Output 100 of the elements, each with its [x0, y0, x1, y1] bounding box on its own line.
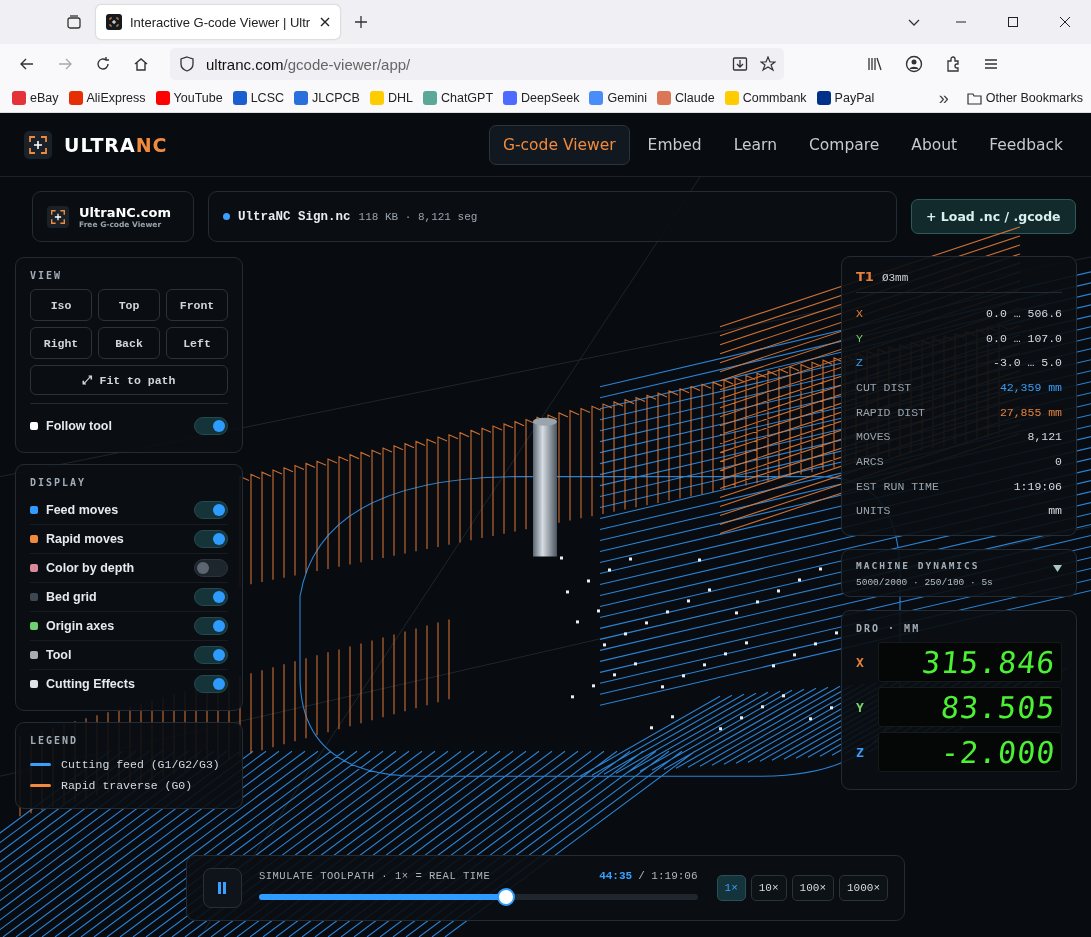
stat-label: UNITS	[856, 504, 891, 518]
url-text: ultranc.com/gcode-viewer/app/	[206, 55, 411, 73]
toggle-label: Tool	[46, 648, 72, 662]
view-button[interactable]: Top	[98, 289, 160, 321]
shield-icon	[180, 56, 194, 72]
bookmarks-overflow-button[interactable]: »	[938, 87, 949, 109]
nav-tab[interactable]: About	[897, 124, 972, 165]
stat-label: RAPID DIST	[856, 405, 925, 419]
legend-label: Cutting feed (G1/G2/G3)	[61, 758, 220, 771]
browser-tab[interactable]: Interactive G-code Viewer | Ultr	[96, 5, 340, 39]
nav-tab[interactable]: G-code Viewer	[489, 124, 630, 165]
stat-label: CUT DIST	[856, 380, 912, 394]
view-button[interactable]: Iso	[30, 289, 92, 321]
stat-label: MOVES	[856, 430, 891, 444]
speed-button[interactable]: 10×	[750, 875, 787, 901]
account-icon[interactable]	[905, 55, 923, 73]
toggle-switch[interactable]	[194, 588, 228, 606]
panel-heading: VIEW	[30, 270, 64, 281]
toggle-label: Bed grid	[46, 590, 97, 604]
slider-thumb[interactable]	[497, 888, 516, 906]
view-button[interactable]: Left	[166, 327, 228, 359]
fit-to-path-button[interactable]: ⤢ Fit to path	[30, 365, 228, 395]
download-icon[interactable]	[732, 56, 748, 72]
stat-value: mm	[1048, 504, 1062, 518]
back-icon[interactable]	[19, 56, 35, 72]
toggle-switch[interactable]	[194, 501, 228, 519]
view-button[interactable]: Right	[30, 327, 92, 359]
panel-heading: DISPLAY	[30, 477, 88, 488]
dynamics-summary: 5000/2000 · 250/100 · 5s	[856, 577, 994, 589]
panel-heading: LEGEND	[30, 735, 80, 746]
play-pause-button[interactable]	[203, 868, 242, 908]
toggle-switch[interactable]	[194, 675, 228, 693]
home-icon[interactable]	[133, 56, 149, 72]
extensions-icon[interactable]	[945, 56, 961, 72]
reload-icon[interactable]	[95, 56, 111, 72]
stat-value: 0.0 … 506.6	[986, 306, 1062, 320]
star-icon[interactable]	[760, 56, 776, 72]
bookmark-link[interactable]: LCSC	[232, 91, 284, 105]
axis-label: Z	[856, 744, 865, 760]
new-tab-icon[interactable]	[354, 15, 368, 29]
bookmark-link[interactable]: YouTube	[155, 91, 223, 105]
bookmark-link[interactable]: eBay	[12, 91, 59, 105]
view-button[interactable]: Back	[98, 327, 160, 359]
tab-list-icon[interactable]	[66, 14, 82, 30]
address-bar[interactable]: ultranc.com/gcode-viewer/app/	[170, 48, 784, 80]
dro-value: -2.000	[938, 734, 1057, 770]
toggle-label: Cutting Effects	[46, 677, 135, 691]
folder-icon	[966, 91, 982, 105]
legend-label: Rapid traverse (G0)	[61, 779, 193, 792]
stat-value: 1:19:06	[1013, 479, 1062, 493]
axis-label: X	[856, 654, 865, 670]
toggle-switch[interactable]	[194, 646, 228, 664]
toggle-label: Follow tool	[46, 419, 112, 433]
stat-value: 0.0 … 107.0	[986, 331, 1062, 345]
bookmark-link[interactable]: JLCPCB	[294, 91, 360, 105]
bookmark-link[interactable]: Claude	[657, 91, 715, 105]
file-name: UltraNC Sign.nc	[238, 209, 351, 224]
speed-button[interactable]: 100×	[791, 875, 834, 901]
axis-label: Y	[856, 699, 865, 715]
close-icon[interactable]	[1059, 16, 1071, 28]
stat-label: ARCS	[856, 454, 884, 468]
logo-icon	[24, 130, 52, 159]
close-icon[interactable]	[320, 17, 330, 27]
nav-tab[interactable]: Learn	[719, 124, 792, 165]
bookmark-link[interactable]: ChatGPT	[422, 91, 494, 105]
menu-icon[interactable]	[983, 56, 999, 72]
stat-label: X	[856, 306, 863, 320]
toggle-switch[interactable]	[194, 617, 228, 635]
toggle-label: Rapid moves	[46, 532, 124, 546]
bookmark-link[interactable]: Commbank	[724, 91, 807, 105]
logo-icon	[47, 205, 69, 228]
toggle-switch[interactable]	[194, 417, 228, 435]
bookmark-link[interactable]: AliExpress	[68, 91, 146, 105]
toggle-label: Feed moves	[46, 503, 119, 517]
stat-label: Y	[856, 331, 863, 345]
maximize-icon[interactable]	[1007, 16, 1019, 28]
file-meta: 118 KB · 8,121 seg	[358, 210, 478, 223]
speed-button[interactable]: 1×	[716, 875, 746, 901]
logo-text: ULTRANC	[64, 133, 168, 156]
favicon-icon	[106, 14, 122, 30]
dro-value: 315.846	[919, 644, 1057, 680]
toggle-switch[interactable]	[194, 530, 228, 548]
stat-value: 27,855 mm	[999, 405, 1062, 419]
other-bookmarks-link[interactable]: Other Bookmarks	[966, 91, 1083, 105]
bookmark-link[interactable]: Gemini	[589, 91, 648, 105]
bookmark-link[interactable]: DHL	[369, 91, 413, 105]
nav-tab[interactable]: Compare	[795, 124, 894, 165]
speed-button[interactable]: 1000×	[839, 875, 888, 901]
view-button[interactable]: Front	[166, 289, 228, 321]
bookmark-link[interactable]: PayPal	[816, 91, 875, 105]
nav-tab[interactable]: Feedback	[975, 124, 1077, 165]
load-file-button[interactable]: + Load .nc / .gcode	[911, 199, 1076, 234]
simulate-label: SIMULATE TOOLPATH · 1× = REAL TIME	[258, 870, 491, 882]
nav-tab[interactable]: Embed	[633, 124, 716, 165]
library-icon[interactable]	[867, 56, 883, 72]
tab-title: Interactive G-code Viewer | Ultr	[130, 14, 312, 30]
bookmark-link[interactable]: DeepSeek	[503, 91, 580, 105]
progress-slider[interactable]	[258, 888, 698, 906]
toggle-switch[interactable]	[194, 559, 228, 577]
machine-dynamics-panel[interactable]: MACHINE DYNAMICS 5000/2000 · 250/100 · 5s	[841, 549, 1077, 598]
